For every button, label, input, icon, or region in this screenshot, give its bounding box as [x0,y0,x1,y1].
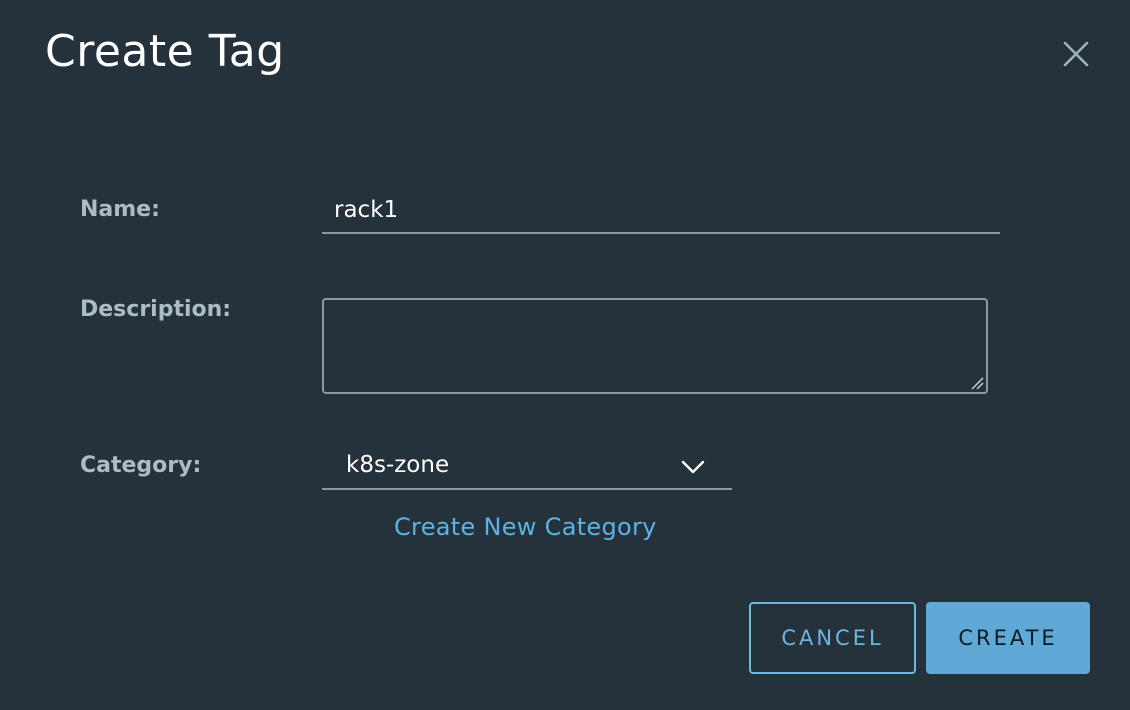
resize-grip-icon[interactable] [970,376,984,390]
cancel-button[interactable]: CANCEL [749,602,916,674]
name-label: Name: [80,197,160,222]
create-tag-dialog: Create Tag Name: Description: Category: … [0,0,1130,710]
category-select[interactable]: k8s-zone [322,446,732,490]
create-new-category-link[interactable]: Create New Category [394,510,657,544]
create-button[interactable]: CREATE [926,602,1090,674]
close-button[interactable] [1058,36,1094,72]
category-selected-value: k8s-zone [346,452,450,478]
description-textarea[interactable] [322,298,988,394]
name-field [322,188,1000,234]
dialog-title: Create Tag [45,26,285,77]
description-label: Description: [80,297,232,322]
chevron-down-icon [681,460,705,474]
category-label: Category: [80,453,202,478]
close-icon [1063,41,1089,67]
name-input[interactable] [334,194,984,226]
